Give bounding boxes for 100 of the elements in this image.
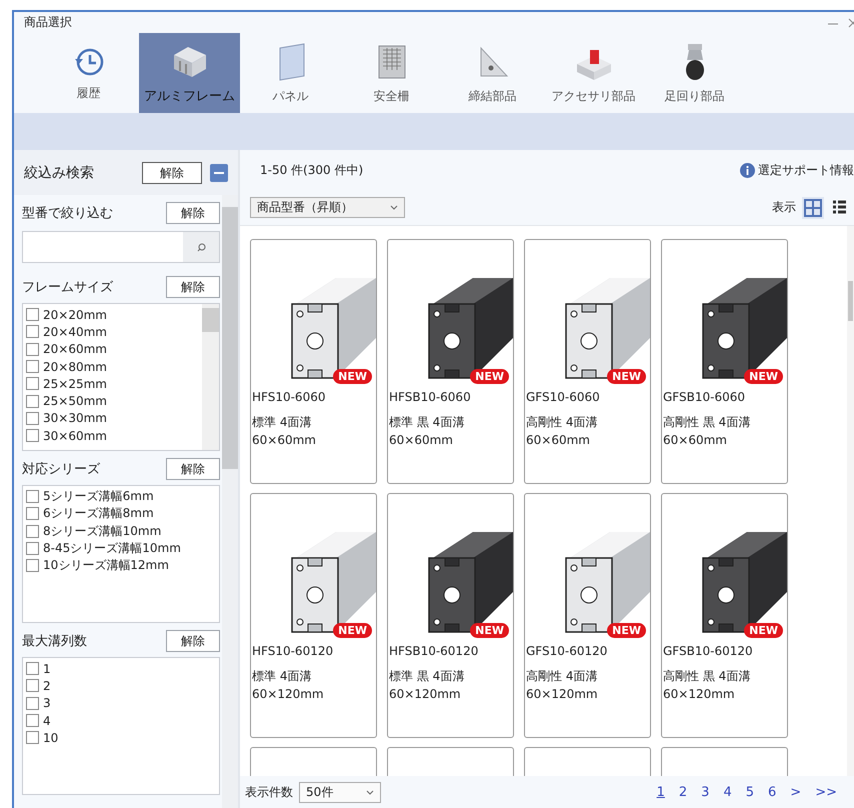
product-card[interactable]: NEW GFSB10-60120 高剛性 黒 4面溝 60×120mm	[661, 493, 788, 738]
product-card[interactable]: NEW HFSB10-60120 標準 黒 4面溝 60×120mm	[387, 493, 514, 738]
clear-button[interactable]: 解除	[166, 276, 220, 298]
product-card[interactable]: NEW HFSB10-6060 標準 黒 4面溝 60×60mm	[387, 239, 514, 484]
per-page-label: 表示件数	[245, 784, 293, 800]
product-size: 60×60mm	[252, 433, 317, 447]
search-field[interactable]	[22, 231, 220, 263]
sort-dropdown[interactable]: 商品型番（昇順）	[250, 197, 405, 218]
category-tab[interactable]: アルミフレーム	[139, 33, 240, 113]
product-code: GFSB10-6060	[663, 390, 746, 404]
category-tab[interactable]: アクセサリ部品	[543, 33, 644, 113]
product-size: 60×60mm	[663, 433, 728, 447]
new-badge: NEW	[470, 623, 509, 638]
caret-icon	[390, 205, 398, 210]
clear-button[interactable]: 解除	[142, 162, 202, 184]
scrollbar[interactable]	[202, 304, 219, 450]
checkbox[interactable]	[26, 524, 39, 538]
option-label: 3	[43, 696, 51, 710]
product-card[interactable]: NEW GFS10-60120 高剛性 4面溝 60×120mm	[524, 493, 651, 738]
product-description: 高剛性 4面溝	[526, 414, 598, 431]
option-label: 8シリーズ溝幅10mm	[43, 522, 162, 540]
checkbox[interactable]	[26, 394, 39, 408]
option-label: 4	[43, 714, 51, 728]
product-card[interactable]: NEW GFS10-6060 高剛性 4面溝 60×60mm	[524, 239, 651, 484]
option-label: 20×40mm	[43, 324, 107, 339]
page-link[interactable]: 5	[742, 784, 758, 800]
per-page-dropdown[interactable]: 50件	[299, 782, 381, 802]
product-size: 60×60mm	[526, 433, 591, 447]
category-tab[interactable]: パネル	[240, 33, 341, 113]
product-size: 60×120mm	[526, 687, 599, 701]
checkbox[interactable]	[26, 308, 39, 322]
page-link[interactable]: >	[787, 784, 804, 800]
product-code: GFSB10-60120	[663, 644, 754, 658]
filter-label: フレームサイズ	[22, 279, 113, 296]
checkbox[interactable]	[26, 507, 39, 520]
product-description: 標準 4面溝	[252, 414, 312, 431]
option-label: 2	[43, 678, 51, 693]
search-button[interactable]	[183, 232, 219, 262]
product-description: 標準 黒 4面溝	[389, 668, 466, 685]
product-size: 60×120mm	[389, 687, 462, 701]
checkbox[interactable]	[26, 412, 39, 425]
category-tab[interactable]: 履歴	[38, 33, 139, 113]
support-link[interactable]: 選定サポート情報	[758, 162, 854, 178]
clear-button[interactable]: 解除	[166, 458, 220, 480]
list-icon	[832, 200, 846, 216]
checkbox[interactable]	[26, 559, 39, 572]
new-badge: NEW	[470, 369, 509, 384]
filter-title: 絞込み検索	[24, 164, 95, 182]
page-link[interactable]: 1	[654, 784, 668, 800]
search-icon	[196, 242, 206, 252]
checkbox[interactable]	[26, 342, 39, 356]
checkbox[interactable]	[26, 542, 39, 556]
checkbox[interactable]	[26, 731, 39, 744]
result-count: 1-50 件(300 件中)	[260, 162, 364, 178]
filter-label: 型番で絞り込む	[22, 205, 113, 222]
checkbox[interactable]	[26, 662, 39, 676]
product-code: GFS10-6060	[526, 390, 601, 404]
option-label: 25×25mm	[43, 376, 107, 391]
checkbox[interactable]	[26, 696, 39, 710]
collapse-button[interactable]	[210, 164, 228, 182]
new-badge: NEW	[607, 623, 646, 638]
clear-button[interactable]: 解除	[166, 202, 220, 224]
product-code: HFSB10-6060	[389, 390, 472, 404]
product-description: 高剛性 黒 4面溝	[663, 668, 752, 685]
product-code: HFS10-6060	[252, 390, 326, 404]
filter-label: 対応シリーズ	[22, 461, 100, 478]
product-code: GFS10-60120	[526, 644, 608, 658]
option-label: 5シリーズ溝幅6mm	[43, 488, 154, 506]
page-link[interactable]: 4	[720, 784, 735, 800]
page-link[interactable]: 3	[698, 784, 712, 800]
page-link[interactable]: >>	[812, 784, 840, 800]
category-tab[interactable]: 締結部品	[442, 33, 543, 113]
checkbox[interactable]	[26, 714, 39, 728]
product-description: 高剛性 黒 4面溝	[663, 414, 752, 431]
product-size: 60×60mm	[389, 433, 454, 447]
checkbox[interactable]	[26, 490, 39, 504]
scrollbar[interactable]	[847, 226, 854, 776]
category-tab[interactable]: 足回り部品	[644, 33, 745, 113]
scrollbar[interactable]	[222, 195, 238, 808]
page-link[interactable]: 2	[676, 784, 690, 800]
close-icon[interactable]	[848, 18, 854, 28]
product-card[interactable]: NEW GFSB10-6060 高剛性 黒 4面溝 60×60mm	[661, 239, 788, 484]
grid-view-button[interactable]	[802, 196, 824, 218]
category-tab[interactable]: 安全柵	[341, 33, 442, 113]
option-label: 6シリーズ溝幅8mm	[43, 505, 154, 522]
clear-button[interactable]: 解除	[166, 630, 220, 652]
product-description: 標準 黒 4面溝	[389, 414, 466, 431]
option-label: 20×80mm	[43, 360, 107, 374]
checkbox[interactable]	[26, 325, 39, 338]
option-label: 30×30mm	[43, 411, 107, 426]
new-badge: NEW	[744, 623, 783, 638]
checkbox[interactable]	[26, 360, 39, 374]
new-badge: NEW	[333, 369, 372, 384]
checkbox[interactable]	[26, 429, 39, 442]
product-card[interactable]: NEW HFS10-6060 標準 4面溝 60×60mm	[250, 239, 377, 484]
info-icon	[740, 162, 755, 178]
product-card[interactable]: NEW HFS10-60120 標準 4面溝 60×120mm	[250, 493, 377, 738]
checkbox[interactable]	[26, 679, 39, 692]
page-link[interactable]: 6	[765, 784, 780, 800]
checkbox[interactable]	[26, 377, 39, 390]
